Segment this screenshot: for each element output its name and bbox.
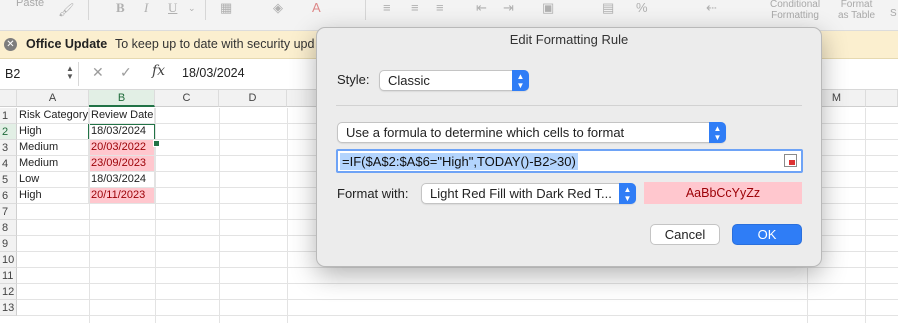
column-header-d[interactable]: D [219,90,287,107]
ok-button[interactable]: OK [732,224,802,245]
align-left-icon[interactable]: ≡ [383,0,391,15]
collapse-dialog-icon[interactable] [784,154,797,167]
borders-icon[interactable]: ▦ [220,0,232,16]
chevron-updown-icon: ▲ ▼ [709,122,726,143]
row-header-2[interactable]: 2 [0,124,17,140]
percent-button[interactable]: % [636,0,648,15]
format-preview: AaBbCcYyZz [644,182,802,204]
edit-formatting-rule-dialog: Edit Formatting Rule Style: Classic ▲ ▼ U… [316,27,822,267]
number-format-icon[interactable]: ▤ [602,0,614,16]
column-header-a[interactable]: A [17,90,89,107]
merge-cells-icon[interactable]: ▣ [542,0,554,16]
confirm-entry-icon[interactable]: ✓ [120,64,132,81]
name-box-value: B2 [5,67,21,81]
message-text: To keep up to date with security upd [115,37,315,51]
conditional-formatting-label-line2: Formatting [771,10,819,21]
conditional-formatting-label-line1: Conditional [770,0,821,10]
row-header-12[interactable]: 12 [0,284,17,300]
format-painter-icon[interactable]: 🖌 [58,2,75,18]
style-label: Style: [337,72,370,87]
align-center-icon[interactable]: ≡ [411,0,419,15]
increase-indent-icon[interactable]: ⇥ [503,0,514,16]
ribbon-divider [88,0,89,20]
row-header-3[interactable]: 3 [0,140,17,156]
format-as-table-label-line1: Format [840,0,873,10]
ribbon-divider [205,0,206,20]
decrease-decimal-icon[interactable]: ⇠ [706,0,717,16]
formula-bar-input[interactable]: 18/03/2024 [182,66,245,80]
name-box-stepper-icon[interactable]: ▲ ▼ [66,65,74,81]
column-header-b[interactable]: B [89,90,155,107]
row-header-13[interactable]: 13 [0,300,17,316]
style-dropdown-value: Classic [388,73,430,88]
chevron-updown-icon: ▲ ▼ [512,70,529,91]
row-header-8[interactable]: 8 [0,220,17,236]
format-as-table-label-line2: as Table [838,10,876,21]
align-right-icon[interactable]: ≡ [436,0,444,15]
style-dropdown[interactable]: Classic ▲ ▼ [379,70,529,91]
italic-button[interactable]: I [144,0,148,16]
font-color-icon[interactable]: A [312,0,321,15]
cancel-button[interactable]: Cancel [650,224,720,245]
row-header-11[interactable]: 11 [0,268,17,284]
insert-function-button[interactable]: fx [152,63,165,79]
conditional-formatting-button[interactable]: Conditional Formatting [770,0,820,21]
bold-button[interactable]: B [116,0,125,16]
ribbon-divider [365,0,366,20]
underline-button[interactable]: U [168,0,177,16]
fill-handle[interactable] [153,140,160,147]
formula-input[interactable]: =IF($A$2:$A$6="High",TODAY()-B2>30) [336,149,803,173]
row-header-4[interactable]: 4 [0,156,17,172]
message-title: Office Update [26,37,108,51]
rule-type-dropdown-value: Use a formula to determine which cells t… [346,125,625,140]
format-with-dropdown[interactable]: Light Red Fill with Dark Red T... ▲ ▼ [421,183,636,204]
row-header-1[interactable]: 1 [0,108,17,124]
cancel-entry-icon[interactable]: ✕ [92,64,104,81]
column-header-c[interactable]: C [155,90,219,107]
fill-color-icon[interactable]: ◈ [273,0,283,16]
row-header-10[interactable]: 10 [0,252,17,268]
select-all-corner[interactable] [0,90,17,107]
dialog-title: Edit Formatting Rule [509,32,629,47]
row-header-6[interactable]: 6 [0,188,17,204]
formula-text: =IF($A$2:$A$6="High",TODAY()-B2>30) [340,153,578,170]
row-header-7[interactable]: 7 [0,204,17,220]
chevron-updown-icon: ▲ ▼ [619,183,636,204]
rule-type-dropdown[interactable]: Use a formula to determine which cells t… [337,122,726,143]
name-box[interactable]: B2 ▲ ▼ [0,62,79,86]
close-icon[interactable]: ✕ [4,38,17,51]
column-header[interactable] [866,90,898,107]
divider [336,105,802,106]
row-header-9[interactable]: 9 [0,236,17,252]
paste-button[interactable]: Paste [16,0,44,9]
decrease-indent-icon[interactable]: ⇤ [476,0,487,16]
format-as-table-button[interactable]: Format as Table [838,0,875,21]
format-with-label: Format with: [337,186,409,201]
format-with-dropdown-value: Light Red Fill with Dark Red T... [430,186,612,201]
chevron-down-icon[interactable]: ⌄ [188,3,196,14]
row-header-5[interactable]: 5 [0,172,17,188]
column-header[interactable] [287,90,317,107]
cell-styles-button[interactable]: S [890,8,897,19]
